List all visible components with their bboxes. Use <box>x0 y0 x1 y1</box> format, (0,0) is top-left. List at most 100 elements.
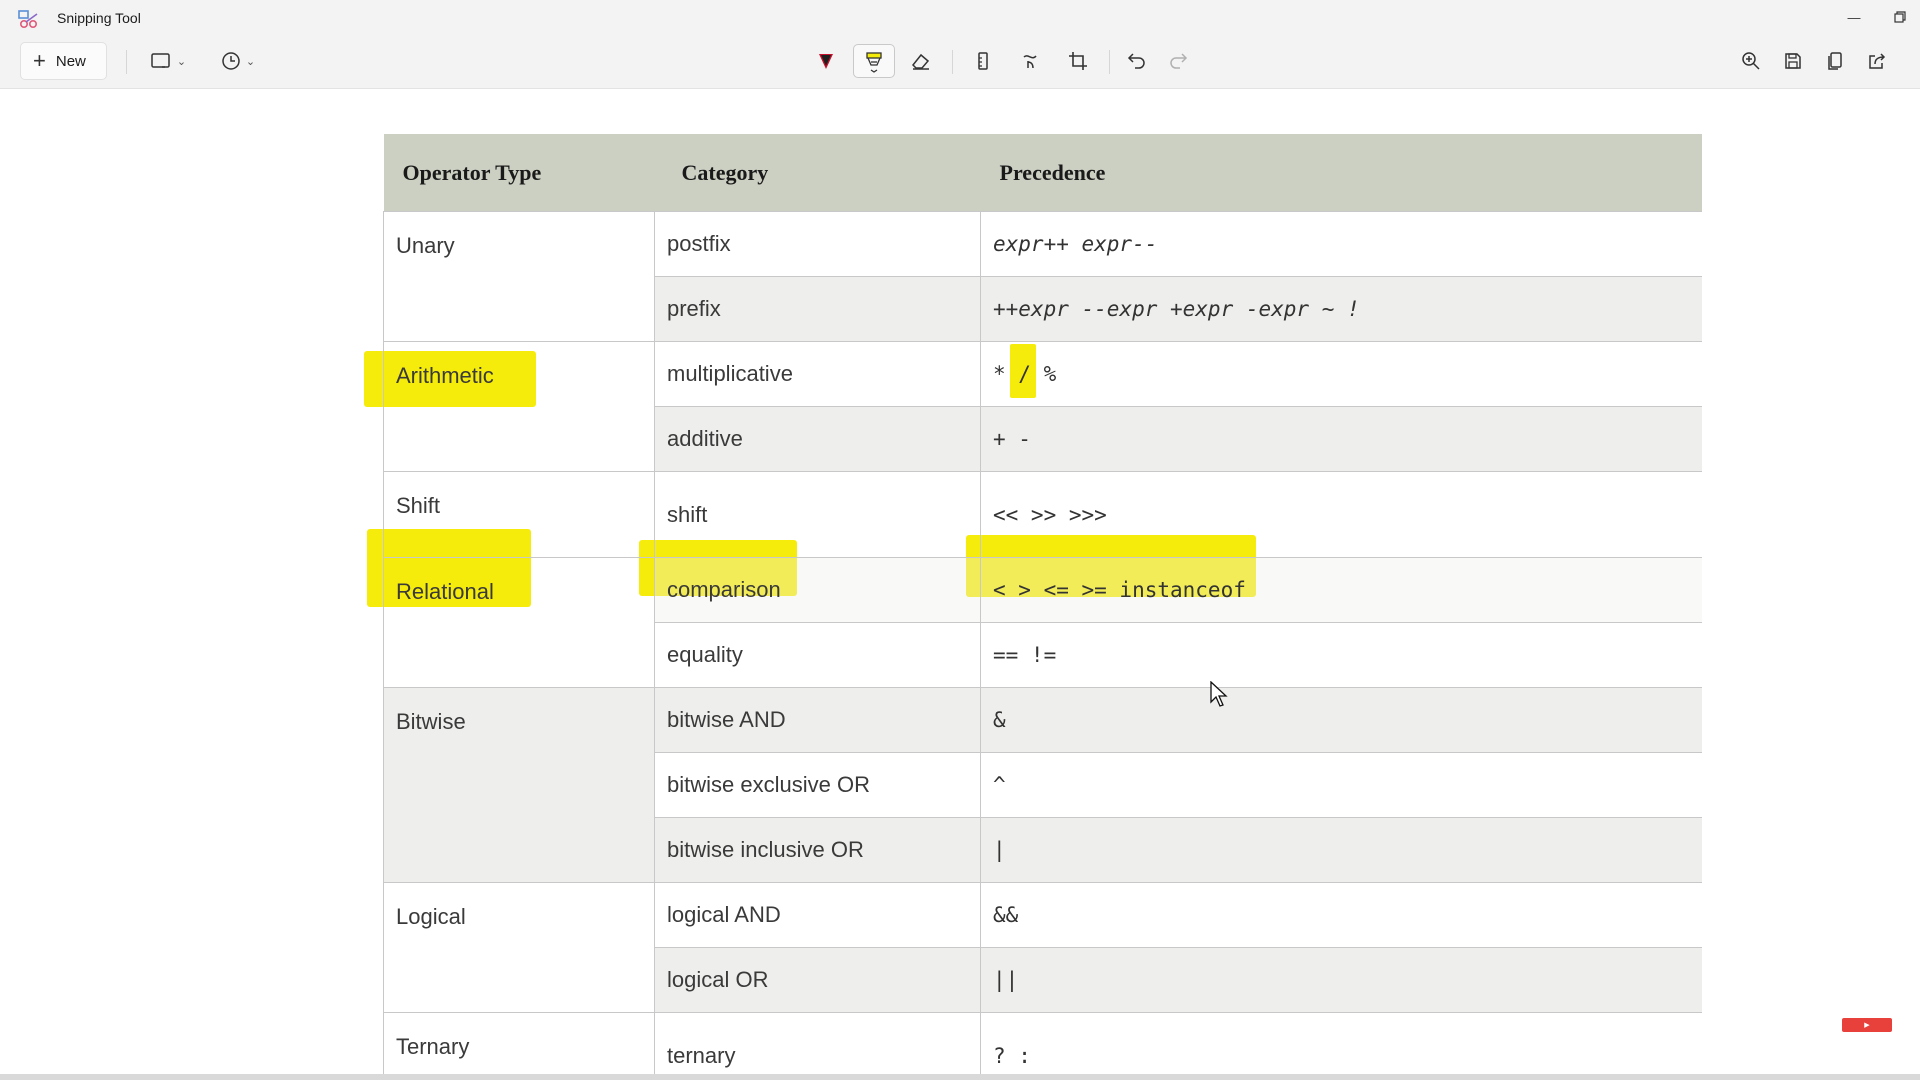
crop-icon <box>1069 52 1087 70</box>
category-cell: shift <box>654 471 981 558</box>
type-label: Unary <box>396 233 455 258</box>
precedence-cell: * / % <box>980 341 1702 407</box>
precedence-cell: | <box>980 817 1702 883</box>
type-label: Arithmetic <box>396 363 494 388</box>
ballpoint-pen-button[interactable] <box>810 44 842 78</box>
table-row: Ternary ternary ? : <box>383 1012 1702 1074</box>
highlighter-icon <box>866 52 882 73</box>
table-row: Logical logical AND && <box>383 882 1702 1013</box>
precedence-cell: && <box>980 882 1702 948</box>
undo-icon <box>1127 53 1145 69</box>
precedence-text: < > <= >= instanceof <box>993 578 1246 602</box>
redo-icon <box>1170 53 1188 69</box>
table-row: Bitwise bitwise AND & <box>383 687 1702 883</box>
plus-icon: + <box>33 48 46 73</box>
precedence-cell: == != <box>980 622 1702 688</box>
restore-icon <box>1894 11 1906 23</box>
save-icon <box>1785 53 1801 69</box>
snip-canvas[interactable]: Operator Type Category Precedence Unary … <box>0 89 1920 1074</box>
toolbar-divider <box>952 50 953 74</box>
mouse-cursor-icon <box>1210 681 1228 707</box>
toolbar: + New ⌄ ⌄ <box>0 38 1920 89</box>
delay-dropdown[interactable]: ⌄ <box>212 44 264 78</box>
subscribe-badge-icon: ▶ <box>1842 1018 1892 1032</box>
table-row: Arithmetic multiplicative * / % <box>383 341 1702 472</box>
type-cell: Logical <box>383 882 655 1013</box>
precedence-cell: ++expr --expr +expr -expr ~ ! <box>980 276 1702 342</box>
minimize-button[interactable]: — <box>1834 4 1874 30</box>
ruler-icon <box>978 52 988 70</box>
restore-button[interactable] <box>1880 4 1920 30</box>
category-text: comparison <box>667 577 781 602</box>
eraser-button[interactable] <box>905 44 937 78</box>
header-category: Category <box>654 134 981 212</box>
header-operator-type: Operator Type <box>383 134 655 212</box>
type-label: Logical <box>396 904 466 929</box>
bottom-scroll-bar[interactable] <box>0 1074 1920 1080</box>
precedence-cell: ^ <box>980 752 1702 818</box>
touch-writing-button[interactable] <box>1014 44 1046 78</box>
table-row: Relational comparison < > <= >= instance… <box>383 557 1702 688</box>
snipping-tool-app-icon <box>18 10 40 30</box>
type-label: Shift <box>396 493 441 518</box>
save-button[interactable] <box>1777 44 1809 78</box>
toolbar-divider <box>126 50 127 74</box>
precedence-cell: || <box>980 947 1702 1013</box>
new-button-label: New <box>55 52 86 70</box>
undo-button[interactable] <box>1120 44 1154 78</box>
delay-timer-icon <box>222 52 240 70</box>
category-cell: comparison <box>654 557 981 623</box>
snip-mode-dropdown[interactable]: ⌄ <box>142 44 194 78</box>
category-cell: equality <box>654 622 981 688</box>
highlighter-button[interactable] <box>853 44 895 78</box>
type-label: Bitwise <box>396 709 466 734</box>
chevron-down-icon: ⌄ <box>176 55 187 68</box>
ballpoint-pen-icon <box>819 54 833 69</box>
new-snip-button[interactable]: + New <box>20 42 107 80</box>
table-row: Unary postfix expr++ expr-- <box>383 211 1702 342</box>
type-cell: Bitwise <box>383 687 655 883</box>
precedence-text: * / % <box>993 362 1057 386</box>
redo-button[interactable] <box>1161 44 1195 78</box>
type-label: Ternary <box>396 1034 470 1059</box>
type-label: Relational <box>396 579 494 604</box>
category-cell: multiplicative <box>654 341 981 407</box>
window-title: Snipping Tool <box>57 10 141 26</box>
type-cell: Ternary <box>383 1012 655 1074</box>
title-bar: Snipping Tool — <box>0 0 1920 38</box>
minimize-icon: — <box>1847 9 1861 25</box>
category-cell: postfix <box>654 211 981 277</box>
rectangle-mode-icon <box>151 53 170 68</box>
share-button[interactable] <box>1861 44 1893 78</box>
precedence-cell: < > <= >= instanceof <box>980 557 1702 623</box>
category-cell: bitwise AND <box>654 687 981 753</box>
precedence-cell: + - <box>980 406 1702 472</box>
type-cell: Shift <box>383 471 655 558</box>
precedence-cell: << >> >>> <box>980 471 1702 558</box>
precedence-cell: ? : <box>980 1012 1702 1074</box>
type-cell: Relational <box>383 557 655 688</box>
eraser-icon <box>911 53 930 70</box>
category-cell: additive <box>654 406 981 472</box>
touch-writing-icon <box>1023 55 1037 69</box>
category-cell: ternary <box>654 1012 981 1074</box>
category-cell: logical OR <box>654 947 981 1013</box>
copy-button[interactable] <box>1819 44 1851 78</box>
chevron-down-icon: ⌄ <box>245 55 256 68</box>
ruler-button[interactable] <box>967 44 999 78</box>
header-precedence: Precedence <box>980 134 1702 212</box>
precedence-cell: expr++ expr-- <box>980 211 1702 277</box>
category-cell: bitwise inclusive OR <box>654 817 981 883</box>
category-cell: prefix <box>654 276 981 342</box>
category-cell: bitwise exclusive OR <box>654 752 981 818</box>
precedence-cell: & <box>980 687 1702 753</box>
type-cell: Unary <box>383 211 655 342</box>
category-cell: logical AND <box>654 882 981 948</box>
crop-button[interactable] <box>1062 44 1094 78</box>
zoom-button[interactable] <box>1735 44 1767 78</box>
copy-icon <box>1828 52 1842 70</box>
toolbar-divider <box>1109 50 1110 74</box>
table-row: Shift shift << >> >>> <box>383 471 1702 558</box>
share-icon <box>1869 53 1886 69</box>
operator-precedence-table: Operator Type Category Precedence Unary … <box>383 134 1702 1074</box>
